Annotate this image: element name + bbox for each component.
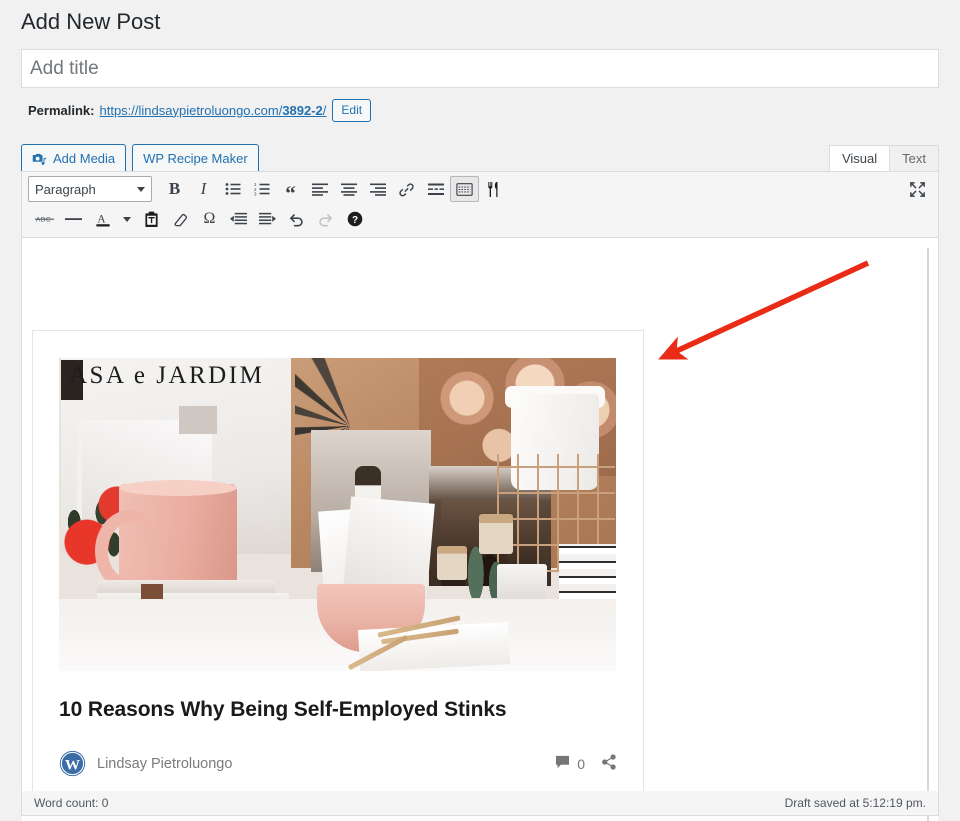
share-icon	[601, 754, 617, 773]
permalink-label: Permalink:	[28, 103, 94, 118]
comment-count[interactable]: 0	[555, 755, 585, 772]
svg-text:W: W	[65, 756, 80, 773]
decrease-indent-icon[interactable]	[224, 206, 253, 232]
add-media-label: Add Media	[53, 146, 115, 172]
add-media-button[interactable]: Add Media	[21, 144, 126, 174]
permalink-url-prefix: https://lindsaypietroluongo.com/	[99, 103, 282, 118]
strikethrough-icon[interactable]: ABC	[30, 206, 59, 232]
embedded-post-stats: 0	[555, 754, 617, 773]
permalink-row: Permalink: https://lindsaypietroluongo.c…	[28, 99, 371, 121]
editor-content-area[interactable]: ASA e JARDIM	[22, 238, 938, 821]
word-count: Word count: 0	[34, 796, 108, 810]
embedded-post-preview-card[interactable]: ASA e JARDIM	[32, 330, 644, 800]
embedded-post-thumbnail: ASA e JARDIM	[59, 358, 616, 671]
editor-status-bar: Word count: 0 Draft saved at 5:12:19 pm.	[21, 791, 939, 816]
editor-container: Paragraph B I 1 2 3	[21, 171, 939, 815]
align-left-icon[interactable]	[305, 176, 334, 202]
editor-toolbar: Paragraph B I 1 2 3	[22, 172, 938, 238]
media-camera-icon	[32, 152, 47, 167]
permalink-slug: 3892-2	[282, 103, 322, 118]
numbered-list-icon[interactable]: 1 2 3	[247, 176, 276, 202]
bold-icon[interactable]: B	[160, 176, 189, 202]
toolbar-toggle-icon[interactable]	[450, 176, 479, 202]
wordpress-post-editor-screen: Add New Post Permalink: https://lindsayp…	[0, 0, 960, 821]
italic-icon[interactable]: I	[189, 176, 218, 202]
editor-mode-tabs: Visual Text	[830, 145, 939, 172]
format-select-value: Paragraph	[35, 182, 96, 197]
draft-saved-status: Draft saved at 5:12:19 pm.	[785, 796, 926, 810]
comment-bubble-icon	[555, 755, 570, 772]
text-color-icon[interactable]: A	[88, 206, 117, 232]
bulleted-list-icon[interactable]	[218, 176, 247, 202]
chevron-down-icon	[137, 187, 145, 192]
increase-indent-icon[interactable]	[253, 206, 282, 232]
tab-visual[interactable]: Visual	[829, 145, 890, 172]
align-center-icon[interactable]	[334, 176, 363, 202]
blockquote-icon[interactable]: “	[276, 176, 305, 202]
svg-text:?: ?	[351, 215, 357, 226]
comment-count-value: 0	[577, 756, 585, 772]
undo-icon[interactable]	[282, 206, 311, 232]
wordpress-logo-icon: W	[59, 750, 86, 777]
editor-scrollbar[interactable]	[927, 248, 929, 821]
share-button[interactable]	[601, 754, 617, 773]
align-right-icon[interactable]	[363, 176, 392, 202]
recipe-fork-knife-icon[interactable]	[479, 176, 508, 202]
post-title-field-wrapper[interactable]	[21, 49, 939, 88]
permalink-url[interactable]: https://lindsaypietroluongo.com/3892-2/	[99, 103, 326, 118]
toolbar-row-2: ABC A	[22, 204, 938, 234]
text-color-dropdown-icon[interactable]	[117, 206, 137, 232]
fullscreen-icon[interactable]	[903, 176, 932, 202]
redo-icon	[311, 206, 340, 232]
svg-text:3: 3	[254, 192, 257, 197]
paste-as-text-icon[interactable]	[137, 206, 166, 232]
clear-formatting-icon[interactable]	[166, 206, 195, 232]
permalink-url-suffix: /	[323, 103, 327, 118]
svg-text:A: A	[97, 213, 106, 225]
page-title: Add New Post	[21, 8, 160, 36]
horizontal-rule-icon[interactable]	[59, 206, 88, 232]
special-character-icon[interactable]: Ω	[195, 206, 224, 232]
media-buttons-group: Add Media WP Recipe Maker	[21, 144, 259, 174]
read-more-icon[interactable]	[421, 176, 450, 202]
svg-text:ABC: ABC	[35, 217, 50, 224]
embedded-post-author: W Lindsay Pietroluongo	[59, 750, 232, 777]
wp-recipe-maker-label: WP Recipe Maker	[143, 146, 248, 172]
insert-link-icon[interactable]	[392, 176, 421, 202]
wp-recipe-maker-button[interactable]: WP Recipe Maker	[132, 144, 259, 174]
embedded-post-title[interactable]: 10 Reasons Why Being Self-Employed Stink…	[59, 697, 617, 723]
format-select[interactable]: Paragraph	[28, 176, 152, 202]
edit-permalink-button[interactable]: Edit	[332, 99, 371, 122]
toolbar-row-1: Paragraph B I 1 2 3	[22, 174, 938, 204]
embedded-post-author-name: Lindsay Pietroluongo	[97, 756, 232, 772]
tab-text[interactable]: Text	[889, 145, 939, 172]
embedded-post-meta: W Lindsay Pietroluongo 0	[59, 750, 617, 777]
post-title-input[interactable]	[22, 50, 938, 87]
keyboard-shortcuts-help-icon[interactable]: ?	[340, 206, 369, 232]
